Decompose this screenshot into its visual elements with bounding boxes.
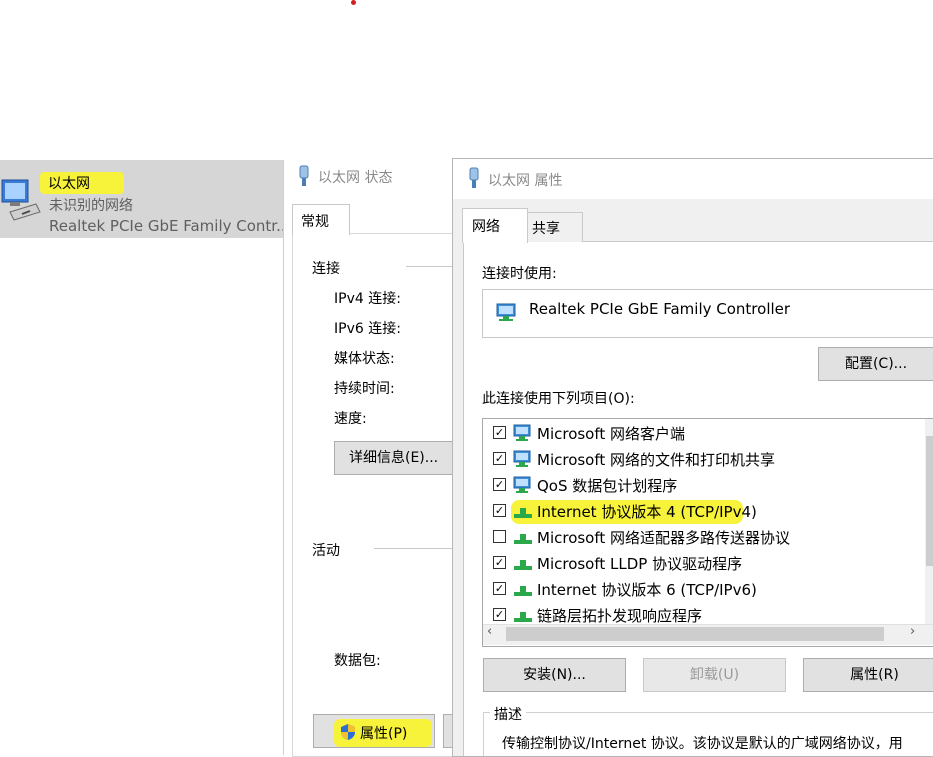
list-item[interactable]: ✓ Microsoft 网络的文件和打印机共享 [483,446,925,472]
list-item[interactable]: ✓ Microsoft LLDP 协议驱动程序 [483,550,925,576]
item-label: Microsoft 网络客户端 [537,425,686,443]
item-label: Internet 协议版本 4 (TCP/IPv4) [537,503,757,521]
items-label: 此连接使用下列项目(O): [482,391,635,407]
properties-window-title: 以太网 属性 [488,173,563,189]
packets-label: 数据包: [334,653,381,669]
scroll-right-icon[interactable]: › [910,624,915,639]
item-checkbox[interactable]: ✓ [493,608,506,621]
activity-group-line [374,548,454,549]
tab-general-label: 常规 [301,214,329,230]
item-checkbox[interactable]: ✓ [493,582,506,595]
network-client-icon [513,424,531,441]
list-item[interactable]: ✓ Microsoft 网络客户端 [483,420,925,446]
network-adapter-name: Realtek PCIe GbE Family Contr... [49,217,291,235]
protocol-icon [514,560,532,570]
duration-label: 持续时间: [334,381,395,397]
item-label: Internet 协议版本 6 (TCP/IPv6) [537,581,757,599]
connect-using-label: 连接时使用: [482,266,557,282]
tab-sharing-label: 共享 [532,221,560,237]
protocol-icon [514,534,532,544]
scroll-left-icon[interactable]: ‹ [487,624,492,639]
status-properties-label: 属性(P) [360,726,408,742]
item-checkbox[interactable]: ✓ [493,452,506,465]
protocol-icon [514,508,532,518]
connection-group-line [406,266,454,267]
network-name: 以太网 [40,172,124,194]
ipv6-connection-label: IPv6 连接: [334,321,401,337]
configure-button[interactable]: 配置(C)... [818,347,933,381]
item-label: 链路层拓扑发现响应程序 [537,607,703,625]
item-properties-button[interactable]: 属性(R) [803,658,933,692]
ethernet-cable-icon [299,165,309,186]
adapter-box: Realtek PCIe GbE Family Controller [482,289,933,338]
install-button[interactable]: 安装(N)... [483,658,626,692]
connection-group-label: 连接 [312,261,340,277]
protocol-icon [514,612,532,622]
item-label: Microsoft 网络适配器多路传送器协议 [537,529,791,547]
ethernet-cable-icon [469,167,479,188]
status-properties-button[interactable]: 属性(P) [313,714,435,748]
speed-label: 速度: [334,411,367,427]
tab-sharing[interactable]: 共享 [525,212,583,242]
description-text: 传输控制协议/Internet 协议。该协议是默认的广域网络协议，用 [502,736,903,752]
list-item[interactable]: Microsoft 网络适配器多路传送器协议 [483,524,925,550]
ethernet-adapter-icon [1,179,41,221]
vertical-scroll-thumb[interactable] [926,436,933,566]
item-checkbox[interactable] [493,530,506,543]
item-checkbox[interactable]: ✓ [493,478,506,491]
uac-shield-icon [341,724,355,740]
network-adapter-icon [496,303,516,321]
network-client-icon [513,450,531,467]
activity-group-label: 活动 [312,543,340,559]
item-label: QoS 数据包计划程序 [537,477,678,495]
network-status: 未识别的网络 [49,198,133,214]
tab-general[interactable]: 常规 [292,204,350,235]
horizontal-scroll-thumb[interactable] [506,627,884,641]
item-checkbox[interactable]: ✓ [493,504,506,517]
uninstall-button[interactable]: 卸载(U) [643,658,786,692]
cursor-dot [351,0,356,5]
adapter-name: Realtek PCIe GbE Family Controller [529,300,791,318]
ipv4-connection-label: IPv4 连接: [334,291,401,307]
protocol-icon [514,586,532,596]
item-label: Microsoft LLDP 协议驱动程序 [537,555,743,573]
tab-networking[interactable]: 网络 [462,208,528,243]
status-window-title: 以太网 状态 [318,170,393,186]
list-item[interactable]: ✓ Internet 协议版本 6 (TCP/IPv6) [483,576,925,602]
items-list[interactable]: ✓ Microsoft 网络客户端 ✓ Microsoft 网络的文件和打印机共… [482,418,933,647]
media-state-label: 媒体状态: [334,351,395,367]
item-checkbox[interactable]: ✓ [493,426,506,439]
details-button[interactable]: 详细信息(E)... [334,441,454,475]
description-group-label: 描述 [490,704,526,724]
list-item[interactable]: ✓ Internet 协议版本 4 (TCP/IPv4) [483,498,925,524]
item-label: Microsoft 网络的文件和打印机共享 [537,451,776,469]
item-checkbox[interactable]: ✓ [493,556,506,569]
network-client-icon [513,476,531,493]
tab-networking-label: 网络 [472,219,500,235]
list-item[interactable]: ✓ QoS 数据包计划程序 [483,472,925,498]
